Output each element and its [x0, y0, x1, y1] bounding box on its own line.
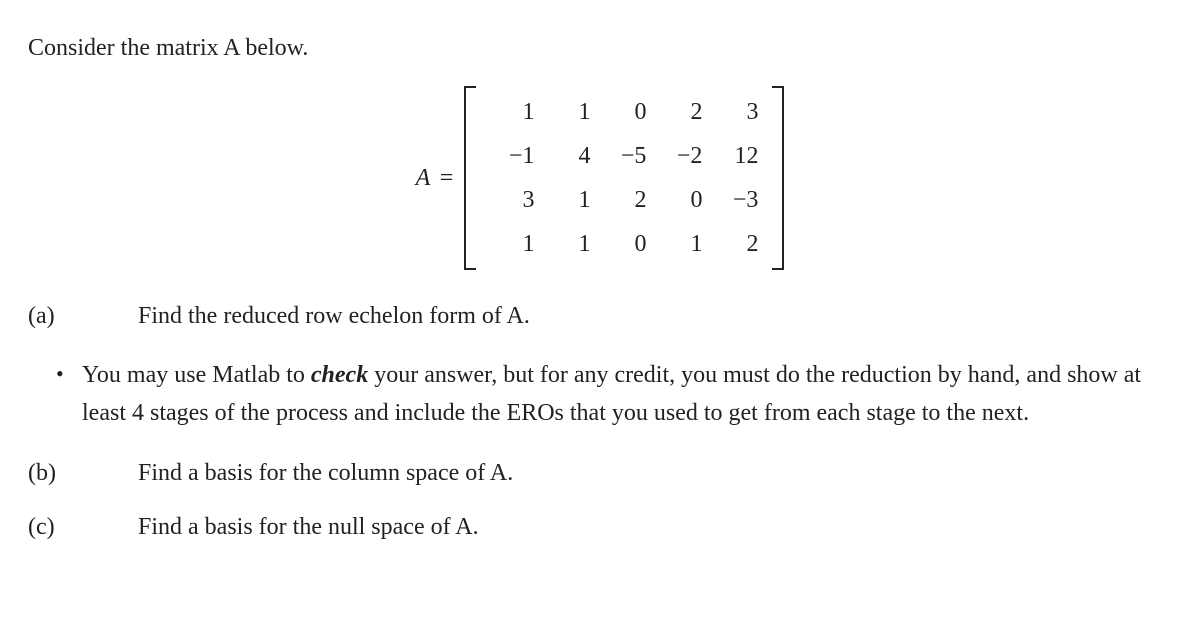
matrix-cell: −1: [484, 134, 540, 178]
part-c-text: Find a basis for the null space of A.: [138, 509, 1172, 545]
matrix-cell: 0: [596, 90, 652, 134]
matrix-cell: 1: [540, 178, 596, 222]
part-a-text: Find the reduced row echelon form of A.: [138, 298, 1172, 334]
matrix-cell: 1: [540, 222, 596, 266]
matrix-cell: 4: [540, 134, 596, 178]
matrix-row: 1 1 0 1 2: [484, 222, 764, 266]
left-bracket: [464, 86, 476, 270]
part-b-text: Find a basis for the column space of A.: [138, 455, 1172, 491]
matrix-equation: A = 1 1 0 2 3 −1 4 −5 −2 12 3 1 2 0 −3 1…: [28, 86, 1172, 270]
matrix-row: −1 4 −5 −2 12: [484, 134, 764, 178]
instruction-bullet: • You may use Matlab to check your answe…: [56, 356, 1172, 433]
part-b: (b) Find a basis for the column space of…: [28, 455, 1172, 491]
matrix-cell: 0: [652, 178, 708, 222]
bullet-pre: You may use Matlab to: [82, 362, 311, 388]
matrix-var: A: [416, 160, 431, 196]
matrix-cell: 1: [540, 90, 596, 134]
matrix-cell: −3: [708, 178, 764, 222]
matrix-cell: 3: [708, 90, 764, 134]
matrix-cell: 2: [708, 222, 764, 266]
matrix-cell: 2: [652, 90, 708, 134]
matrix-cell: 1: [484, 90, 540, 134]
part-c: (c) Find a basis for the null space of A…: [28, 509, 1172, 545]
right-bracket: [772, 86, 784, 270]
matrix-cell: 2: [596, 178, 652, 222]
matrix-cell: −5: [596, 134, 652, 178]
part-b-label: (b): [28, 455, 138, 491]
matrix-cell: −2: [652, 134, 708, 178]
matrix-cell: 1: [484, 222, 540, 266]
matrix-row: 1 1 0 2 3: [484, 90, 764, 134]
part-a-label: (a): [28, 298, 138, 334]
bullet-text: You may use Matlab to check your answer,…: [82, 356, 1172, 433]
part-c-label: (c): [28, 509, 138, 545]
matrix-row: 3 1 2 0 −3: [484, 178, 764, 222]
matrix-cell: 1: [652, 222, 708, 266]
matrix-cell: 3: [484, 178, 540, 222]
matrix-cell: 12: [708, 134, 764, 178]
bullet-emphasis: check: [311, 362, 368, 388]
bullet-icon: •: [56, 356, 82, 391]
part-a: (a) Find the reduced row echelon form of…: [28, 298, 1172, 334]
matrix-cell: 0: [596, 222, 652, 266]
matrix-body: 1 1 0 2 3 −1 4 −5 −2 12 3 1 2 0 −3 1 1 0…: [476, 86, 772, 270]
equals-sign: =: [438, 160, 454, 196]
intro-text: Consider the matrix A below.: [28, 30, 1172, 66]
